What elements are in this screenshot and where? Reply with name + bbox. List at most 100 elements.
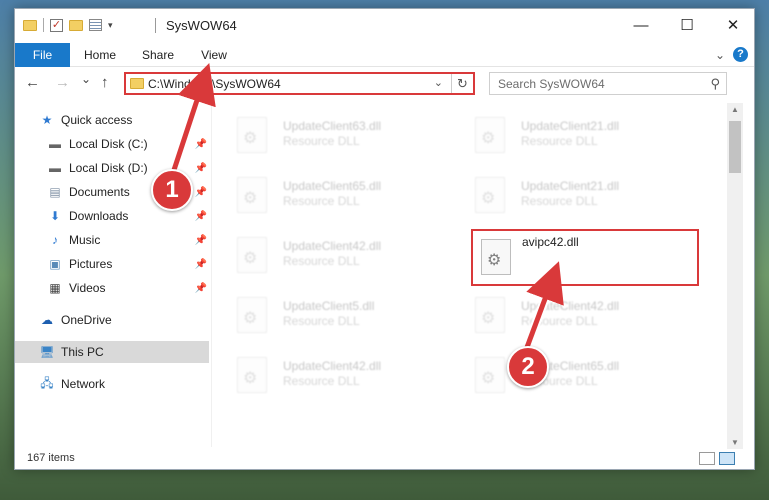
- sidebar-item-label: Local Disk (D:): [69, 161, 148, 175]
- sidebar-item-label: This PC: [61, 345, 104, 359]
- file-item[interactable]: UpdateClient21.dll Resource DLL: [453, 169, 673, 219]
- details-view-icon[interactable]: [699, 452, 715, 465]
- sidebar-item-downloads[interactable]: ⬇ Downloads 📌: [47, 205, 209, 227]
- pin-icon: 📌: [194, 162, 207, 174]
- properties-check-icon[interactable]: ✓: [50, 18, 63, 32]
- large-icons-view-icon[interactable]: [719, 452, 735, 465]
- minimize-button[interactable]: —: [618, 9, 664, 43]
- tab-share[interactable]: Share: [135, 43, 181, 67]
- sidebar-item-label: Network: [61, 377, 106, 391]
- dll-file-icon: [475, 297, 505, 333]
- file-item[interactable]: UpdateClient42.dll Resource DLL: [215, 229, 435, 279]
- drive-icon: ▬: [49, 161, 61, 175]
- step-2-badge: 2: [507, 346, 549, 388]
- file-item[interactable]: UpdateClient63.dll Resource DLL: [215, 109, 435, 159]
- network-icon: 🖧: [40, 375, 54, 390]
- address-path[interactable]: C:\Windows\SysWOW64: [148, 77, 281, 91]
- new-folder-icon[interactable]: [69, 19, 83, 31]
- file-name: UpdateClient65.dll: [283, 179, 382, 193]
- sidebar-item-label: OneDrive: [61, 313, 112, 327]
- file-name: avipc42.dll: [522, 235, 579, 249]
- file-name: UpdateClient42.dll: [283, 359, 382, 373]
- file-item[interactable]: UpdateClient65.dll Resource DLL: [215, 169, 435, 219]
- file-type: Resource DLL: [521, 134, 598, 148]
- title-separator: [155, 18, 156, 33]
- pin-icon: 📌: [194, 138, 207, 150]
- file-type: Resource DLL: [283, 194, 360, 208]
- computer-icon: 🖥: [39, 345, 55, 359]
- ribbon-tabs: File Home Share View ⌄ ?: [15, 43, 754, 67]
- properties-icon[interactable]: [89, 19, 102, 31]
- file-name: UpdateClient5.dll: [283, 299, 375, 313]
- dll-file-icon: [237, 177, 267, 213]
- target-file-item[interactable]: avipc42.dll: [471, 229, 699, 286]
- recent-locations-icon[interactable]: ⌄: [81, 72, 91, 86]
- file-item[interactable]: UpdateClient42.dll Resource DLL: [453, 289, 673, 339]
- pin-icon: 📌: [194, 210, 207, 222]
- pin-icon: 📌: [194, 282, 207, 294]
- dll-file-icon: [237, 237, 267, 273]
- music-icon: ♪: [52, 233, 58, 247]
- sidebar-item-pictures[interactable]: ▣ Pictures 📌: [47, 253, 209, 275]
- pictures-icon: ▣: [49, 257, 61, 271]
- folder-icon: [23, 19, 37, 31]
- dll-file-icon: [481, 239, 511, 275]
- file-name: UpdateClient21.dll: [521, 119, 620, 133]
- navigation-bar: ← → ⌄ ↑ C:\Windows\SysWOW64 ⌄ ↻ Search S…: [15, 71, 754, 97]
- qat-dropdown-icon[interactable]: ▾: [108, 20, 113, 31]
- sidebar-item-label: Videos: [69, 281, 106, 295]
- address-dropdown-icon[interactable]: ⌄: [434, 76, 443, 89]
- tab-file[interactable]: File: [15, 43, 70, 67]
- sidebar-item-network[interactable]: 🖧 Network: [39, 373, 209, 395]
- refresh-icon[interactable]: ↻: [451, 74, 473, 93]
- file-item[interactable]: UpdateClient21.dll Resource DLL: [453, 109, 673, 159]
- sidebar-item-label: Pictures: [69, 257, 113, 271]
- search-icon[interactable]: ⚲: [710, 76, 720, 92]
- star-icon: ★: [41, 113, 53, 127]
- sidebar-item-label: Local Disk (C:): [69, 137, 148, 151]
- pin-icon: 📌: [194, 234, 207, 246]
- file-type: Resource DLL: [521, 194, 598, 208]
- close-button[interactable]: ✕: [710, 9, 756, 43]
- chevron-down-icon[interactable]: ⌄: [715, 48, 725, 62]
- sidebar-item-local-disk-c[interactable]: ▬ Local Disk (C:) 📌: [47, 133, 209, 155]
- forward-arrow-icon[interactable]: →: [55, 74, 70, 91]
- cloud-icon: ☁: [41, 313, 53, 327]
- sidebar-item-this-pc[interactable]: 🖥 This PC: [15, 341, 209, 363]
- file-type: Resource DLL: [283, 134, 360, 148]
- up-arrow-icon[interactable]: ↑: [101, 74, 109, 91]
- file-item[interactable]: UpdateClient65.dll Resource DLL: [453, 349, 673, 399]
- dll-file-icon: [475, 177, 505, 213]
- sidebar-item-videos[interactable]: ▦ Videos 📌: [47, 277, 209, 299]
- sidebar-item-onedrive[interactable]: ☁ OneDrive: [39, 309, 209, 331]
- tab-home[interactable]: Home: [75, 43, 125, 67]
- address-bar[interactable]: C:\Windows\SysWOW64 ⌄ ↻: [124, 72, 475, 95]
- quick-access-toolbar: ✓ ▾: [23, 18, 113, 32]
- search-box[interactable]: Search SysWOW64 ⚲: [489, 72, 727, 95]
- tab-view[interactable]: View: [193, 43, 235, 67]
- window-title: SysWOW64: [166, 18, 237, 33]
- pane-divider[interactable]: [211, 97, 212, 447]
- scroll-thumb[interactable]: [729, 121, 741, 173]
- file-item[interactable]: UpdateClient5.dll Resource DLL: [215, 289, 435, 339]
- title-bar: ✓ ▾ SysWOW64 — ☐ ✕: [15, 9, 754, 45]
- scroll-up-icon[interactable]: ▲: [727, 105, 743, 114]
- help-icon[interactable]: ?: [733, 47, 748, 62]
- scroll-down-icon[interactable]: ▼: [727, 438, 743, 447]
- ribbon-right-controls: ⌄ ?: [715, 47, 748, 62]
- videos-icon: ▦: [49, 281, 61, 295]
- maximize-button[interactable]: ☐: [664, 9, 710, 43]
- folder-icon: [130, 78, 144, 89]
- back-arrow-icon[interactable]: ←: [25, 74, 40, 91]
- file-name: UpdateClient63.dll: [283, 119, 382, 133]
- dll-file-icon: [475, 357, 505, 393]
- sidebar-item-music[interactable]: ♪ Music 📌: [47, 229, 209, 251]
- file-explorer-window: ✓ ▾ SysWOW64 — ☐ ✕ File Home Share View …: [14, 8, 755, 470]
- sidebar-item-label: Music: [69, 233, 101, 247]
- search-input[interactable]: Search SysWOW64: [498, 77, 605, 91]
- file-item[interactable]: UpdateClient42.dll Resource DLL: [215, 349, 435, 399]
- pin-icon: 📌: [194, 186, 207, 198]
- sidebar-item-quick-access[interactable]: ★ Quick access: [39, 109, 233, 131]
- vertical-scrollbar[interactable]: ▲ ▼: [727, 103, 743, 449]
- file-name: UpdateClient21.dll: [521, 179, 620, 193]
